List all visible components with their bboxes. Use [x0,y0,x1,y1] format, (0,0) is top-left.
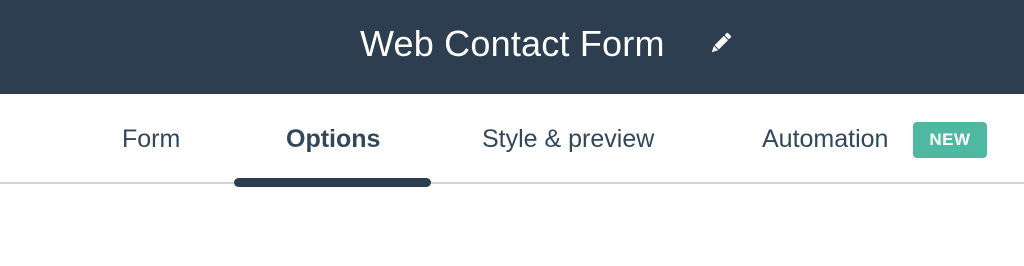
form-editor-header: Web Contact Form [0,0,1024,94]
tab-form-label: Form [122,125,181,153]
form-title: Web Contact Form [360,23,665,64]
pencil-icon [711,32,732,53]
tab-automation-label: Automation [762,125,889,153]
tab-options-label: Options [286,125,381,153]
tab-style-preview-label: Style & preview [482,125,655,153]
form-editor-tabs: Form Options Style & preview Automation [0,94,1024,184]
active-tab-indicator [234,178,431,187]
new-badge: NEW [913,122,987,158]
tabs-divider [0,182,1024,184]
edit-title-button[interactable] [706,28,736,58]
